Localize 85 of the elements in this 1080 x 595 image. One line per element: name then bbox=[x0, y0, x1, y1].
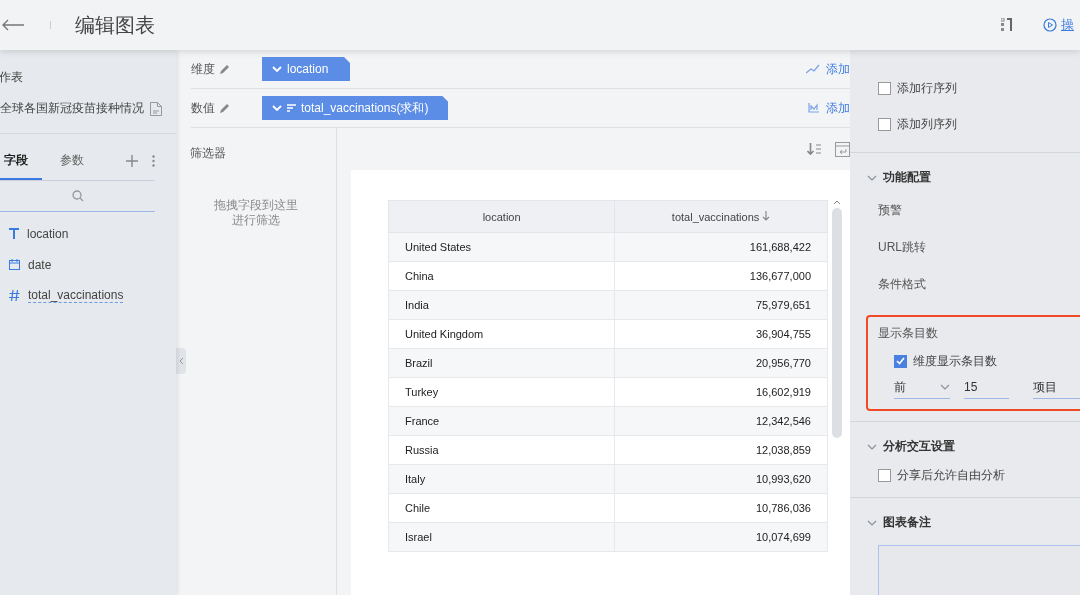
calendar-icon bbox=[9, 259, 20, 270]
table-cell: 10,074,699 bbox=[614, 522, 828, 552]
page-title: 编辑图表 bbox=[75, 12, 155, 38]
table-cell: United Kingdom bbox=[388, 319, 615, 349]
setting-title: 显示条目数 bbox=[878, 325, 939, 342]
chevron-down-icon bbox=[940, 384, 950, 390]
section-title[interactable]: 图表备注 bbox=[883, 514, 931, 531]
document-icon[interactable] bbox=[150, 101, 162, 116]
table-cell: 12,038,859 bbox=[614, 435, 828, 465]
filter-hint: 拖拽字段到这里 bbox=[213, 198, 299, 213]
shelf-label: 维度 bbox=[191, 60, 216, 78]
table-cell: Brazil bbox=[388, 348, 615, 378]
chevron-down-icon bbox=[272, 66, 282, 72]
table-cell: 161,688,422 bbox=[614, 232, 828, 262]
chevron-down-icon bbox=[272, 105, 282, 111]
unit-select[interactable]: 项目 bbox=[1033, 376, 1080, 399]
hash-icon bbox=[9, 290, 20, 301]
table-cell: Russia bbox=[388, 435, 615, 465]
layout-icon[interactable] bbox=[1001, 18, 1013, 32]
lines-icon bbox=[287, 104, 296, 112]
table-cell: 36,904,755 bbox=[614, 319, 828, 349]
tab[interactable]: 参数 bbox=[56, 142, 98, 180]
filter-hint: 进行筛选 bbox=[231, 213, 281, 228]
notes-textarea[interactable] bbox=[878, 545, 1080, 595]
operation-link[interactable]: 操 bbox=[1043, 16, 1074, 34]
checkbox[interactable] bbox=[878, 117, 891, 131]
checkbox-label: 添加列序列 bbox=[897, 115, 957, 133]
table-cell: Chile bbox=[388, 493, 615, 523]
scrollbar-thumb[interactable] bbox=[832, 208, 842, 438]
scroll-up-icon[interactable] bbox=[833, 200, 841, 205]
chevron-down-icon bbox=[867, 174, 877, 181]
table-cell: 20,956,770 bbox=[614, 348, 828, 378]
table-cell: France bbox=[388, 406, 615, 436]
field-item[interactable]: total_vaccinations bbox=[28, 288, 124, 303]
pencil-icon[interactable] bbox=[219, 63, 230, 75]
tab[interactable]: 字段 bbox=[0, 142, 42, 180]
sort-icon[interactable] bbox=[807, 142, 821, 156]
section-title[interactable]: 功能配置 bbox=[883, 169, 931, 186]
table-wrap-icon[interactable] bbox=[835, 141, 850, 157]
table-cell: India bbox=[388, 290, 615, 320]
checkbox-label: 分享后允许自由分析 bbox=[897, 466, 1005, 484]
direction-select[interactable]: 前 bbox=[894, 376, 950, 399]
checkbox[interactable] bbox=[878, 81, 891, 95]
table-cell: United States bbox=[388, 232, 615, 262]
sort-down-icon bbox=[762, 210, 771, 221]
add-icon[interactable] bbox=[126, 155, 138, 167]
table-cell: China bbox=[388, 261, 615, 291]
search-icon[interactable] bbox=[71, 190, 84, 202]
dataset-name[interactable]: 全球各国新冠疫苗接种情况 bbox=[0, 100, 144, 117]
checkbox[interactable] bbox=[894, 354, 907, 368]
table-cell: 75,979,651 bbox=[614, 290, 828, 320]
chart-icon bbox=[808, 103, 820, 113]
text-type-icon bbox=[9, 228, 19, 239]
table-cell: 136,677,000 bbox=[614, 261, 828, 291]
line-chart-icon bbox=[806, 64, 820, 74]
add-link[interactable]: 添加 bbox=[808, 99, 850, 117]
setting-item[interactable]: 预警 bbox=[878, 202, 902, 219]
field-item[interactable]: location bbox=[27, 226, 69, 241]
play-icon bbox=[1043, 18, 1057, 32]
add-link[interactable]: 添加 bbox=[806, 60, 850, 78]
more-icon[interactable] bbox=[152, 155, 155, 167]
collapse-handle[interactable] bbox=[176, 348, 186, 374]
checkbox-label: 添加行序列 bbox=[897, 79, 957, 97]
setting-item[interactable]: URL跳转 bbox=[878, 239, 926, 256]
column-header[interactable]: location bbox=[388, 200, 615, 233]
chevron-down-icon bbox=[867, 519, 877, 526]
setting-item[interactable]: 条件格式 bbox=[878, 276, 926, 293]
checkbox-label: 维度显示条目数 bbox=[913, 352, 997, 370]
table-cell: Israel bbox=[388, 522, 615, 552]
table-cell: Turkey bbox=[388, 377, 615, 407]
section-title[interactable]: 分析交互设置 bbox=[883, 438, 955, 455]
table-cell: 10,786,036 bbox=[614, 493, 828, 523]
count-input[interactable]: 15 bbox=[964, 376, 1009, 399]
table-cell: Italy bbox=[388, 464, 615, 494]
table-cell: 10,993,620 bbox=[614, 464, 828, 494]
chevron-down-icon bbox=[867, 443, 877, 450]
field-item[interactable]: date bbox=[28, 257, 52, 272]
table-cell: 16,602,919 bbox=[614, 377, 828, 407]
checkbox[interactable] bbox=[878, 468, 891, 482]
table-cell: 12,342,546 bbox=[614, 406, 828, 436]
filter-label: 筛选器 bbox=[189, 145, 227, 162]
shelf-label: 数值 bbox=[191, 99, 216, 117]
back-arrow-icon[interactable] bbox=[2, 19, 24, 31]
pencil-icon[interactable] bbox=[219, 102, 230, 114]
column-header[interactable]: total_vaccinations bbox=[614, 200, 828, 233]
